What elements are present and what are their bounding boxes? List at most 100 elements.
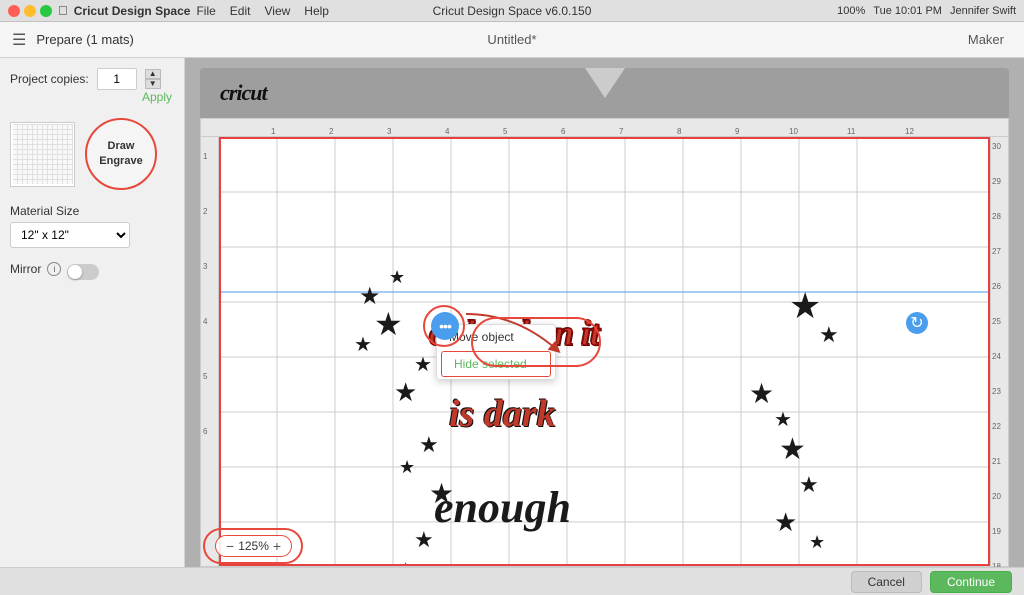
continue-button[interactable]: Continue	[930, 571, 1012, 593]
tick-2: 2	[329, 127, 333, 136]
star-18: ★	[414, 527, 434, 553]
text-enough: enough	[434, 482, 571, 533]
tick-3: 3	[387, 127, 391, 136]
minimize-button[interactable]	[24, 5, 36, 17]
traffic-lights	[8, 5, 52, 17]
copies-input[interactable]	[97, 68, 137, 90]
mat-content: ★ ★ ★ ★ ★ ★ ★ ★ ★ ★ ★ ★ ★ ★	[219, 137, 1008, 566]
action-bar: Cancel Continue	[0, 567, 1024, 595]
star-16: ★	[774, 507, 797, 538]
draw-engrave-circle[interactable]: Draw Engrave	[85, 118, 157, 190]
tick-8: 8	[677, 127, 681, 136]
mirror-toggle[interactable]	[67, 264, 99, 280]
tick-6: 6	[561, 127, 565, 136]
ruler-left: 1 2 3 4 5 6	[201, 137, 219, 566]
cricut-header: cricut	[200, 68, 1009, 118]
ruler-right: 30 29 28 27 26 25 24 23 22 21 20 19 18 1…	[990, 137, 1008, 566]
canvas-area[interactable]: cricut 1 2 3 4 5 6 7	[185, 58, 1024, 567]
star-19: ★	[394, 557, 417, 566]
tick-r6: 6	[203, 427, 207, 436]
titlebar:  Cricut Design Space File Edit View Hel…	[0, 0, 1024, 22]
tick-rr26: 26	[992, 282, 1001, 291]
mirror-toggle-area	[67, 264, 99, 280]
star-5: ★	[789, 285, 821, 327]
zoom-control: − 125% +	[215, 535, 292, 557]
tick-rr23: 23	[992, 387, 1001, 396]
cancel-button[interactable]: Cancel	[851, 571, 922, 593]
rotate-handle[interactable]: ↻	[906, 312, 928, 334]
zoom-value: 125%	[238, 539, 269, 553]
hide-selected-item[interactable]: Hide selected	[441, 351, 551, 377]
tick-rr21: 21	[992, 457, 1001, 466]
star-3: ★	[374, 305, 403, 343]
mat-thumbnail[interactable]	[10, 122, 75, 187]
tick-rr18: 18	[992, 562, 1001, 567]
mirror-label: Mirror	[10, 262, 41, 276]
tick-rr28: 28	[992, 212, 1001, 221]
user-label: Jennifer Swift	[950, 5, 1016, 17]
copies-up[interactable]: ▲	[145, 69, 161, 79]
zoom-increase-button[interactable]: +	[273, 539, 281, 553]
mirror-info-icon[interactable]: i	[47, 262, 61, 276]
app-version: Cricut Design Space v6.0.150	[433, 4, 592, 18]
star-11: ★	[419, 432, 439, 458]
star-8: ★	[394, 377, 417, 408]
tick-r2: 2	[203, 207, 207, 216]
mat-thumbnail-image	[13, 124, 73, 184]
material-size-section: Material Size 12" x 12" 12" x 24"	[10, 204, 174, 248]
material-size-select[interactable]: 12" x 12" 12" x 24"	[10, 222, 130, 248]
tick-rr25: 25	[992, 317, 1001, 326]
tick-10: 10	[789, 127, 798, 136]
tick-rr22: 22	[992, 422, 1001, 431]
star-10: ★	[774, 407, 792, 432]
hamburger-menu[interactable]: ☰	[12, 30, 26, 50]
tick-9: 9	[735, 127, 739, 136]
app-name: Cricut Design Space	[74, 4, 191, 18]
document-title: Untitled*	[487, 32, 536, 47]
cricut-logo: cricut	[220, 80, 267, 106]
draw-label: Draw	[108, 139, 135, 154]
edit-menu[interactable]: Edit	[230, 4, 251, 18]
mat-notch	[585, 68, 625, 98]
tick-7: 7	[619, 127, 623, 136]
apple-logo: 	[58, 3, 68, 18]
tick-r5: 5	[203, 372, 207, 381]
project-copies-section: Project copies: ▲ ▼ Apply	[10, 68, 174, 104]
star-12: ★	[399, 457, 415, 478]
sidebar: Project copies: ▲ ▼ Apply Draw Engrave	[0, 58, 185, 567]
menu-bar: File Edit View Help	[196, 4, 329, 18]
machine-label: Maker	[968, 32, 1004, 47]
tick-4: 4	[445, 127, 449, 136]
project-copies-row: Project copies: ▲ ▼	[10, 68, 174, 90]
view-menu[interactable]: View	[264, 4, 290, 18]
prepare-title: Prepare (1 mats)	[36, 32, 134, 47]
tick-5: 5	[503, 127, 507, 136]
text-is-dark: is dark	[449, 392, 556, 436]
time-label: Tue 10:01 PM	[873, 5, 942, 17]
dots-button[interactable]: •••	[431, 312, 459, 340]
tick-r1: 1	[203, 152, 207, 161]
copies-down[interactable]: ▼	[145, 79, 161, 89]
tick-rr29: 29	[992, 177, 1001, 186]
tick-rr19: 19	[992, 527, 1001, 536]
star-9: ★	[749, 377, 774, 410]
material-size-label: Material Size	[10, 204, 174, 218]
mat-preview-area: Draw Engrave	[10, 118, 174, 190]
maximize-button[interactable]	[40, 5, 52, 17]
file-menu[interactable]: File	[196, 4, 215, 18]
apply-button[interactable]: Apply	[10, 90, 174, 104]
mirror-row: Mirror i	[10, 258, 174, 280]
tick-rr24: 24	[992, 352, 1001, 361]
cricut-mat-container: cricut 1 2 3 4 5 6 7	[200, 68, 1009, 567]
close-button[interactable]	[8, 5, 20, 17]
tick-1: 1	[271, 127, 275, 136]
help-menu[interactable]: Help	[304, 4, 329, 18]
star-15: ★	[799, 472, 819, 498]
main-layout: Project copies: ▲ ▼ Apply Draw Engrave	[0, 58, 1024, 567]
tick-r3: 3	[203, 262, 207, 271]
ruler-top: 1 2 3 4 5 6 7 8 9 10 11 12	[201, 119, 1008, 137]
copies-stepper[interactable]: ▲ ▼	[145, 69, 161, 89]
tick-rr30: 30	[992, 142, 1001, 151]
project-copies-label: Project copies:	[10, 72, 89, 86]
zoom-decrease-button[interactable]: −	[226, 539, 234, 553]
